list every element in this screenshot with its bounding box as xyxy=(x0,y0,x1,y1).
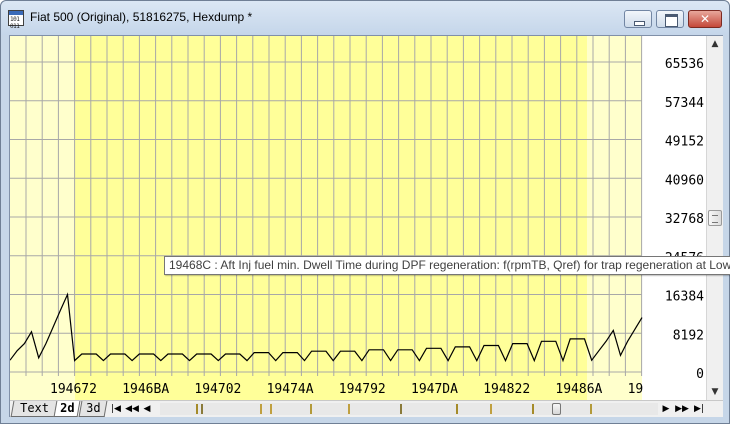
chart-svg[interactable]: 6553657344491524096032768245761638481920… xyxy=(10,36,706,400)
tab-text[interactable]: Text xyxy=(10,401,58,417)
app-icon[interactable]: 101 011 xyxy=(8,10,24,30)
scroll-marker xyxy=(310,404,312,414)
y-tick-label: 0 xyxy=(696,367,704,382)
tab-2d[interactable]: 2d xyxy=(53,401,81,417)
map-view: 6553657344491524096032768245761638481920… xyxy=(9,35,730,417)
horizontal-scroll-thumb[interactable] xyxy=(552,403,561,415)
maximize-icon xyxy=(657,11,683,27)
x-tick-label: 19 xyxy=(628,382,644,397)
vertical-scroll-thumb[interactable] xyxy=(708,210,722,226)
maximize-button[interactable] xyxy=(656,10,684,28)
tab-3d-label: 3d xyxy=(85,401,101,415)
last-page-icon[interactable]: ▶| xyxy=(693,402,705,416)
title-bar[interactable]: 101 011 Fiat 500 (Original), 51816275, H… xyxy=(1,1,729,35)
tab-2d-label: 2d xyxy=(59,401,75,415)
horizontal-scrollbar[interactable] xyxy=(160,403,658,415)
scroll-down-arrow-icon[interactable]: ▼ xyxy=(707,384,723,400)
close-icon xyxy=(689,11,721,27)
minimize-button[interactable] xyxy=(624,10,652,28)
chart-bg-highlight xyxy=(75,36,587,376)
app-icon-text: 101 011 xyxy=(10,16,20,30)
scroll-marker xyxy=(348,404,350,414)
y-tick-label: 57344 xyxy=(665,96,704,111)
x-tick-label: 1947DA xyxy=(411,382,458,397)
scroll-marker xyxy=(532,404,534,414)
scroll-marker xyxy=(456,404,458,414)
y-tick-label: 8192 xyxy=(673,328,704,343)
tab-3d[interactable]: 3d xyxy=(78,401,108,417)
close-button[interactable] xyxy=(688,10,722,28)
x-tick-label: 1946BA xyxy=(122,382,169,397)
scroll-marker xyxy=(201,404,203,414)
scroll-marker xyxy=(490,404,492,414)
y-tick-label: 49152 xyxy=(665,135,704,150)
scroll-up-arrow-icon[interactable]: ▲ xyxy=(707,36,723,52)
tab-text-label: Text xyxy=(19,401,49,415)
map-tooltip: 19468C : Aft Inj fuel min. Dwell Time du… xyxy=(164,256,730,275)
x-tick-label: 194672 xyxy=(50,382,97,397)
x-tick-label: 19486A xyxy=(555,382,602,397)
fast-forward-icon[interactable]: ▶▶ xyxy=(675,402,689,416)
y-tick-label: 32768 xyxy=(665,212,704,227)
scroll-marker xyxy=(260,404,262,414)
scroll-marker xyxy=(590,404,592,414)
scroll-marker xyxy=(400,404,402,414)
step-forward-icon[interactable]: ▶ xyxy=(661,402,671,416)
x-tick-label: 19474A xyxy=(267,382,314,397)
step-back-icon[interactable]: ◀ xyxy=(142,402,152,416)
x-tick-label: 194792 xyxy=(339,382,386,397)
y-tick-label: 40960 xyxy=(665,173,704,188)
x-tick-label: 194702 xyxy=(194,382,241,397)
vertical-scrollbar[interactable]: ▲ ▼ xyxy=(706,36,723,400)
scroll-marker xyxy=(270,404,272,414)
y-tick-label: 16384 xyxy=(665,290,704,305)
minimize-icon xyxy=(625,11,651,27)
x-tick-label: 194822 xyxy=(483,382,530,397)
bottom-bar: Text 2d 3d |◀ ◀◀ ◀ ▶ ▶▶ ▶| xyxy=(10,400,723,417)
hexdump-window: 101 011 Fiat 500 (Original), 51816275, H… xyxy=(0,0,730,424)
chart-2d[interactable]: 6553657344491524096032768245761638481920… xyxy=(10,36,706,400)
first-page-icon[interactable]: |◀ xyxy=(111,402,121,416)
scroll-marker xyxy=(196,404,198,414)
y-tick-label: 65536 xyxy=(665,57,704,72)
fast-back-icon[interactable]: ◀◀ xyxy=(125,402,139,416)
window-title: Fiat 500 (Original), 51816275, Hexdump * xyxy=(30,10,253,24)
